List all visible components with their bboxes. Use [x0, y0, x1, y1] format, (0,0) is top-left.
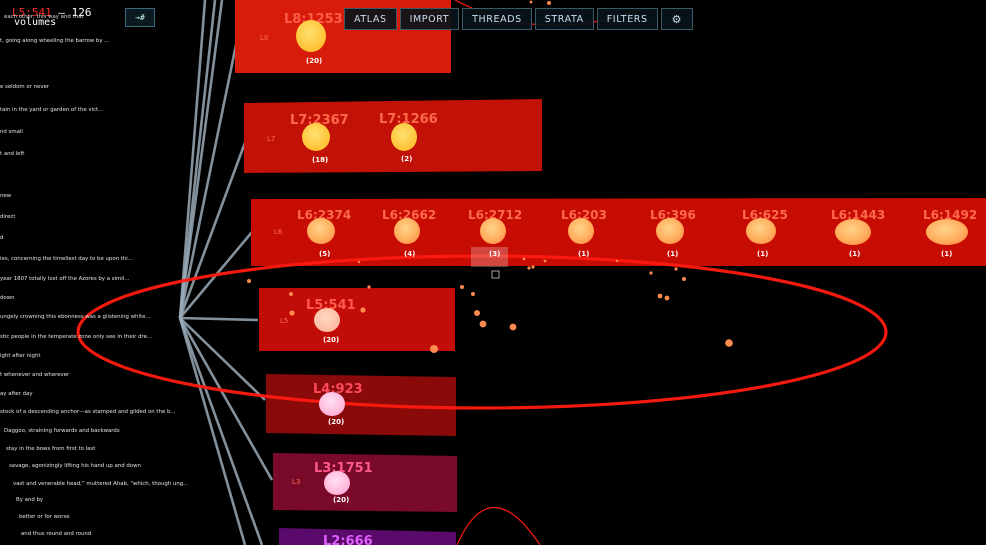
svg-text:(5): (5) [319, 250, 330, 258]
excerpt-item[interactable]: ies, concerning the timeliest day to be … [0, 256, 133, 262]
layer-tag-l5: L5 [280, 317, 288, 325]
svg-text:(20): (20) [333, 496, 349, 504]
excerpt-item[interactable]: nd small [0, 129, 23, 135]
svg-text:(1): (1) [757, 250, 768, 258]
stratum-l5-band [259, 288, 455, 351]
excerpt-item[interactable]: t, going along wheeling the barrow by ..… [0, 38, 109, 44]
excerpt-item[interactable]: stay in the bows from first to last [6, 446, 95, 452]
nav-filters-button[interactable]: FILTERS [596, 8, 658, 30]
excerpt-item[interactable]: stic people in the temperate zone only s… [0, 334, 152, 340]
excerpt-item[interactable]: year 1807 totally lost off the Azores by… [0, 276, 129, 282]
excerpt-item[interactable]: down [0, 295, 15, 301]
svg-text:(1): (1) [941, 250, 952, 258]
excerpt-item[interactable]: direct [0, 214, 15, 220]
cursor-box [491, 270, 500, 279]
excerpt-item[interactable]: tain in the yard or garden of the vict..… [0, 107, 103, 113]
nav-threads-button[interactable]: THREADS [462, 8, 532, 30]
excerpt-item[interactable]: new [0, 193, 11, 199]
svg-text:L2:666: L2:666 [323, 534, 373, 545]
excerpt-item[interactable]: ungely crowning this ebonness was a glis… [0, 314, 151, 320]
excerpt-item[interactable]: stock of a descending anchor—as stamped … [0, 409, 176, 415]
excerpt-item[interactable]: t whenever and wherever [0, 372, 69, 378]
excerpt-item[interactable]: ay after day [0, 391, 33, 397]
volumes-panel: L5:541 — 126 volumes each other, this wa… [0, 0, 188, 545]
excerpt-item[interactable]: and thus round and round [21, 531, 91, 537]
layer-tag-l3: L3 [292, 478, 300, 486]
nav-import-button[interactable]: IMPORT [399, 8, 460, 30]
svg-text:(1): (1) [578, 250, 589, 258]
node-l2-666[interactable]: L2:666 [323, 534, 373, 545]
layer-tag-l7: L7 [267, 135, 275, 143]
excerpt-item[interactable]: d [0, 235, 3, 241]
svg-text:(2): (2) [401, 155, 412, 163]
svg-text:(1): (1) [667, 250, 678, 258]
excerpt-item[interactable]: ight after night [0, 353, 41, 359]
svg-text:(1): (1) [849, 250, 860, 258]
excerpt-item[interactable]: By and by [16, 497, 43, 503]
excerpt-item[interactable]: t and left [0, 151, 24, 157]
panel-note: each other, this way and that [4, 14, 84, 20]
nav-strata-button[interactable]: STRATA [534, 8, 594, 30]
svg-text:(20): (20) [323, 336, 339, 344]
excerpt-item[interactable]: better or for worse [19, 514, 70, 520]
svg-text:(20): (20) [306, 57, 322, 65]
gear-icon: ⚙ [671, 12, 683, 26]
settings-button[interactable]: ⚙ [660, 8, 694, 30]
excerpt-item[interactable]: e seldom or never [0, 84, 49, 90]
top-nav: ATLAS IMPORT THREADS STRATA FILTERS ⚙ [344, 8, 694, 30]
layer-tag-l6: L6 [274, 228, 283, 236]
excerpt-item[interactable]: Daggoo, straining forwards and backwards [4, 428, 120, 434]
collapse-panel-button[interactable]: →# [125, 8, 155, 27]
layer-tag-l8: L8 [260, 34, 268, 42]
svg-text:(18): (18) [312, 156, 328, 164]
nav-atlas-button[interactable]: ATLAS [344, 8, 397, 30]
svg-text:(20): (20) [328, 418, 344, 426]
excerpt-item[interactable]: vast and venerable head,” muttered Ahab,… [13, 481, 188, 487]
svg-text:(3): (3) [489, 250, 500, 258]
excerpt-item[interactable]: savage, agonizingly lifting his hand up … [9, 463, 141, 469]
svg-text:(4): (4) [404, 250, 415, 258]
